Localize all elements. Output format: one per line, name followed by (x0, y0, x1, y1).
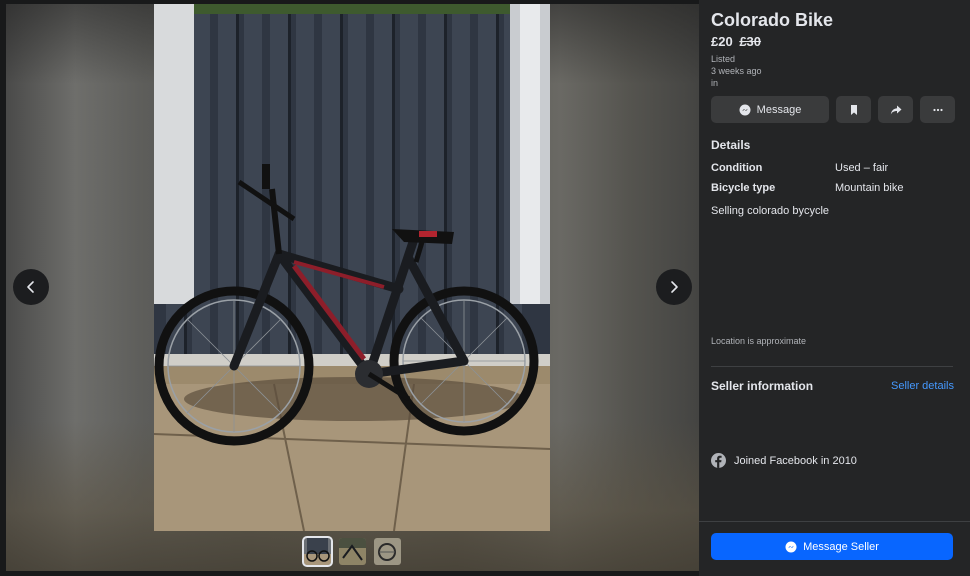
thumbnail-2[interactable] (339, 538, 366, 565)
bookmark-icon (850, 104, 857, 115)
more-options-button[interactable] (920, 96, 955, 123)
messenger-icon (739, 104, 751, 115)
message-seller-button[interactable]: Message Seller (711, 533, 953, 560)
footer-divider (699, 521, 970, 522)
previous-photo-button[interactable] (13, 269, 49, 305)
listing-side-panel: Colorado Bike £20 £30 Listed 3 weeks ago… (699, 0, 970, 576)
thumbnail-1[interactable] (302, 536, 333, 567)
price: £20 £30 (711, 34, 761, 49)
share-button[interactable] (878, 96, 913, 123)
message-button[interactable]: Message (711, 96, 829, 123)
detail-value: Used – fair (835, 162, 889, 174)
location-note: Location is approximate (711, 336, 807, 346)
listed-label: Listed (711, 54, 736, 64)
chevron-left-icon (27, 281, 34, 293)
listing-description: Selling colorado bycycle (711, 205, 830, 217)
detail-value: Mountain bike (835, 182, 904, 194)
divider (711, 366, 953, 367)
save-button[interactable] (836, 96, 871, 123)
details-heading: Details (711, 138, 751, 152)
listing-photo (154, 4, 550, 531)
action-bar: Message (711, 96, 955, 123)
facebook-icon (711, 453, 726, 468)
next-photo-button[interactable] (656, 269, 692, 305)
thumbnail-strip (302, 536, 401, 567)
original-price: £30 (739, 34, 762, 49)
listed-time: 3 weeks ago (711, 66, 762, 76)
thumbnail-3[interactable] (374, 538, 401, 565)
share-icon (890, 105, 901, 114)
current-price: £20 (711, 34, 733, 49)
detail-key: Bicycle type (711, 182, 776, 194)
chevron-right-icon (671, 281, 678, 293)
joined-text: Joined Facebook in 2010 (734, 454, 857, 467)
seller-details-link[interactable]: Seller details (891, 380, 954, 392)
message-seller-label: Message Seller (803, 540, 879, 553)
location-prefix: in (711, 78, 719, 88)
joined-facebook: Joined Facebook in 2010 (711, 453, 857, 468)
more-icon (932, 108, 943, 111)
image-viewer (6, 4, 699, 571)
marketplace-listing-viewer: Colorado Bike £20 £30 Listed 3 weeks ago… (0, 0, 970, 576)
listing-title: Colorado Bike (711, 10, 834, 30)
message-button-label: Message (756, 103, 802, 116)
seller-heading: Seller information (711, 379, 814, 393)
listing-meta: Listed 3 weeks ago in (711, 53, 762, 89)
detail-key: Condition (711, 162, 763, 174)
messenger-icon (785, 541, 797, 552)
